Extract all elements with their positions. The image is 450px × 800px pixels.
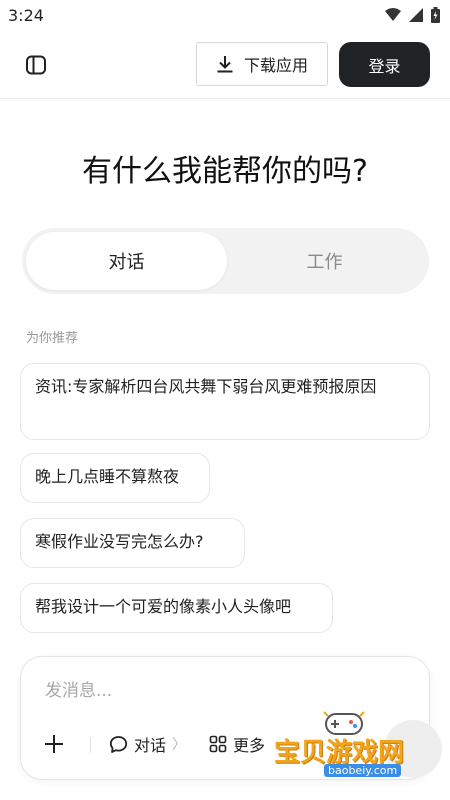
wifi-icon (385, 8, 401, 21)
grid-icon (209, 735, 227, 753)
suggestion-chip[interactable]: 帮我设计一个可爱的像素小人头像吧 (20, 583, 333, 633)
chevron-right-icon: 〉 (172, 737, 187, 753)
mode-switch: 对话 工作 (22, 228, 429, 294)
add-attachment-button[interactable] (43, 733, 65, 755)
chat-mode-button[interactable]: 对话 〉 (109, 732, 186, 756)
page-title: 有什么我能帮你的吗? (82, 154, 368, 189)
plus-icon (45, 735, 63, 753)
tab-chat[interactable]: 对话 (26, 232, 227, 290)
status-icons (385, 7, 440, 23)
suggestion-chip[interactable]: 晚上几点睡不算熬夜 (20, 453, 210, 503)
status-bar: 3:24 (0, 0, 450, 32)
divider (90, 737, 91, 753)
suggestion-chip[interactable]: 寒假作业没写完怎么办? (20, 518, 245, 568)
status-time: 3:24 (8, 6, 44, 25)
battery-icon (431, 7, 440, 23)
download-app-button[interactable]: 下载应用 (196, 42, 328, 86)
sidebar-toggle-button[interactable] (22, 52, 50, 78)
message-input[interactable] (45, 679, 405, 703)
more-button[interactable]: 更多 (209, 732, 265, 756)
top-bar: 下载应用 登录 (0, 32, 450, 99)
recommend-section-label: 为你推荐 (26, 331, 79, 346)
sidebar-icon (26, 55, 46, 75)
login-button[interactable]: 登录 (339, 42, 430, 87)
more-label: 更多 (233, 736, 266, 755)
watermark: 宝贝游戏网 baobeiy.com (264, 708, 444, 788)
download-icon (217, 56, 233, 73)
signal-icon (409, 8, 423, 22)
suggestion-chip[interactable]: 资讯:专家解析四台风共舞下弱台风更难预报原因 (20, 363, 430, 440)
tab-work[interactable]: 工作 (224, 232, 425, 290)
chat-mode-label: 对话 (134, 736, 167, 755)
download-app-label: 下载应用 (243, 56, 308, 75)
chat-bubble-icon (109, 735, 128, 753)
watermark-url: baobeiy.com (324, 764, 402, 777)
